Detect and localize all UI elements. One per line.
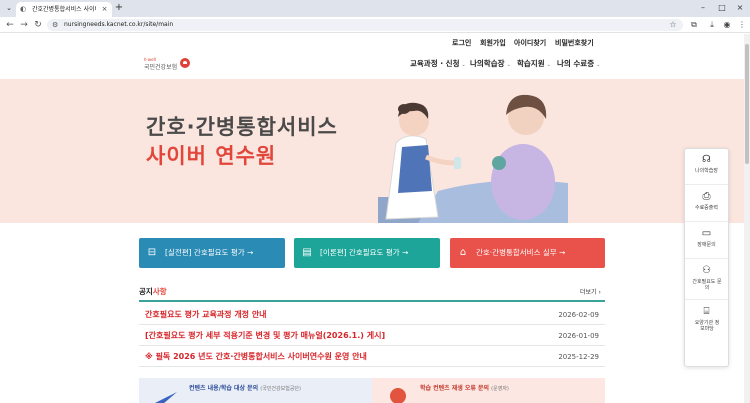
site-logo[interactable]: h-well 국민건강보험: [144, 56, 192, 76]
bed-icon: ⊟: [147, 247, 157, 258]
notice-item-title[interactable]: 간호필요도 평가 교육과정 개정 안내: [145, 309, 267, 320]
theory-eval-label: [이론편] 간호필요도 평가 →: [320, 248, 409, 257]
quick-error-inquiry[interactable]: ▭ 장애문의: [685, 223, 728, 259]
profile-icon[interactable]: ◉: [721, 19, 733, 31]
quick-label: 요양기관 정보마당: [694, 320, 720, 332]
new-tab-button[interactable]: +: [114, 3, 124, 13]
signup-link[interactable]: 회원가입: [480, 39, 506, 48]
quick-nursing-inquiry[interactable]: ⚇ 간호필요도 문의: [685, 260, 728, 300]
web-page: 로그인 회원가입 아이디찾기 비밀번호찾기 h-well 국민건강보험 교육과정…: [0, 34, 744, 403]
favicon-icon: ◐: [20, 5, 27, 13]
maximize-icon[interactable]: □: [716, 2, 728, 14]
notice-item-title[interactable]: [간호필요도 평가 세부 적용기준 변경 및 평가 매뉴얼(2026.1.) 게…: [145, 330, 385, 341]
gnb-learning-support[interactable]: 학습지원 ⌄: [517, 59, 551, 70]
gnb-my-learning[interactable]: 나의학습장 ⌄: [470, 59, 511, 70]
chevron-down-icon: ⌄: [546, 62, 551, 68]
address-bar[interactable]: ⚙ nursingneeds.kacnet.co.kr/site/main ☆: [47, 19, 683, 31]
chevron-down-icon: ⌄: [596, 62, 601, 68]
support-icon: [390, 388, 406, 403]
paper-plane-icon: [155, 392, 177, 403]
notice-heading: 공지사항: [139, 287, 167, 297]
headset-icon: ☊: [702, 154, 711, 165]
page-scrollbar[interactable]: [744, 34, 750, 403]
gnb-label: 나의학습장: [470, 59, 505, 68]
content-inquiry-title: 컨텐츠 내용/학습 대상 문의: [189, 385, 259, 392]
browser-toolbar: ← → ↻ ⚙ nursingneeds.kacnet.co.kr/site/m…: [0, 17, 750, 33]
logo-ko-text: 국민건강보험: [144, 64, 178, 71]
quick-label: 수료증출력: [694, 205, 718, 211]
hero-title-line1: 간호·간병통합서비스: [146, 115, 338, 139]
chevron-down-icon: ⌄: [506, 62, 511, 68]
reload-icon[interactable]: ↻: [32, 19, 44, 31]
hero-banner: 간호·간병통합서비스 사이버 연수원: [0, 79, 744, 223]
nurse-patient-illustration: [378, 94, 568, 223]
hospital-icon: ⌂: [459, 247, 467, 258]
url-text: nursingneeds.kacnet.co.kr/site/main: [64, 21, 174, 28]
tab-title: 간호간병통합서비스 사이버연: [32, 6, 96, 13]
content-inquiry-text: 컨텐츠 내용/학습 대상 문의 (국민건강보험공단): [189, 385, 301, 393]
notice-divider: [139, 300, 605, 302]
notice-row[interactable]: [간호필요도 평가 세부 적용기준 변경 및 평가 매뉴얼(2026.1.) 게…: [139, 325, 605, 346]
error-inquiry-sub: (운영자): [491, 386, 509, 392]
quick-institution-info[interactable]: ⌸ 요양기관 정보마당: [685, 301, 728, 341]
gnb-label: 학습지원: [517, 59, 545, 68]
quick-label: 장애문의: [697, 242, 716, 248]
content-inquiry-sub: (국민건강보험공단): [260, 386, 301, 392]
scrollbar-thumb[interactable]: [745, 44, 749, 164]
service-practice-button[interactable]: ⌂ 간호·간병통합서비스 실무 →: [450, 238, 605, 268]
login-link[interactable]: 로그인: [452, 39, 471, 48]
find-id-link[interactable]: 아이디찾기: [514, 39, 546, 48]
extensions-icon[interactable]: ⧉: [688, 19, 700, 31]
error-inquiry-title: 학습 컨텐츠 재생 오류 문의: [420, 385, 490, 392]
forward-icon[interactable]: →: [18, 19, 30, 31]
notice-more-link[interactable]: 더보기 ›: [580, 288, 601, 297]
back-icon[interactable]: ←: [4, 19, 16, 31]
quick-label: 간호필요도 문의: [692, 279, 722, 291]
service-practice-label: 간호·간병통합서비스 실무 →: [476, 248, 566, 257]
logo-mark-icon: [180, 58, 190, 68]
quick-label: 나의학습장: [694, 168, 718, 174]
notice-row[interactable]: ※ 필독 2026 년도 간호·간병통합서비스 사이버연수원 운영 안내 202…: [139, 346, 605, 367]
bookmark-star-icon[interactable]: ☆: [668, 20, 678, 30]
theory-eval-button[interactable]: ▤ [이론편] 간호필요도 평가 →: [294, 238, 440, 268]
gnb-my-certificate[interactable]: 나의 수료증 ⌄: [557, 59, 600, 70]
quick-certificate-print[interactable]: ⎙ 수료증출력: [685, 186, 728, 222]
browser-menu-icon[interactable]: ⋮: [736, 19, 748, 31]
tab-search-icon[interactable]: ⌄: [4, 3, 14, 13]
close-window-icon[interactable]: ×: [734, 2, 746, 14]
error-inquiry-panel: 학습 컨텐츠 재생 오류 문의 (운영자): [372, 378, 605, 403]
practical-eval-button[interactable]: ⊟ [실전편] 간호필요도 평가 →: [139, 238, 285, 268]
clipboard-icon: ▤: [302, 247, 312, 258]
logo-en-text: h-well: [144, 57, 156, 62]
building-icon: ⌸: [703, 306, 710, 317]
browser-tab[interactable]: ◐ 간호간병통합서비스 사이버연 ×: [16, 2, 112, 17]
gnb-course-apply[interactable]: 교육과정 · 신청 ⌄: [410, 59, 466, 70]
practical-eval-label: [실전편] 간호필요도 평가 →: [165, 248, 254, 257]
notice-item-title[interactable]: ※ 필독 2026 년도 간호·간병통합서비스 사이버연수원 운영 안내: [145, 351, 367, 362]
minimize-icon[interactable]: –: [697, 2, 709, 14]
content-inquiry-panel: 컨텐츠 내용/학습 대상 문의 (국민건강보험공단): [139, 378, 372, 403]
monitor-icon: ▭: [701, 228, 712, 239]
quick-my-learning[interactable]: ☊ 나의학습장: [685, 149, 728, 185]
browser-tabstrip: ⌄ ◐ 간호간병통합서비스 사이버연 × + – □ ×: [0, 0, 750, 17]
tab-close-icon[interactable]: ×: [100, 5, 109, 14]
notice-heading-accent: 사항: [152, 287, 167, 296]
people-icon: ⚇: [702, 265, 711, 276]
find-password-link[interactable]: 비밀번호찾기: [555, 39, 594, 48]
printer-icon: ⎙: [702, 191, 711, 202]
notice-heading-main: 공지: [139, 287, 153, 296]
site-info-icon[interactable]: ⚙: [52, 20, 62, 30]
quick-side-menu: ☊ 나의학습장 ⎙ 수료증출력 ▭ 장애문의 ⚇ 간호필요도 문의 ⌸ 요양기관…: [684, 148, 729, 367]
hero-title-line2: 사이버 연수원: [146, 144, 277, 168]
gnb-label: 교육과정 · 신청: [410, 59, 460, 68]
download-icon[interactable]: ⤓: [706, 19, 718, 31]
notice-item-date: 2025-12-29: [558, 353, 599, 361]
notice-row[interactable]: 간호필요도 평가 교육과정 개정 안내 2026-02-09: [139, 304, 605, 325]
notice-item-date: 2026-01-09: [558, 332, 599, 340]
chevron-down-icon: ⌄: [461, 62, 466, 68]
gnb-label: 나의 수료증: [557, 59, 595, 68]
error-inquiry-text: 학습 컨텐츠 재생 오류 문의 (운영자): [420, 385, 509, 393]
notice-item-date: 2026-02-09: [558, 311, 599, 319]
